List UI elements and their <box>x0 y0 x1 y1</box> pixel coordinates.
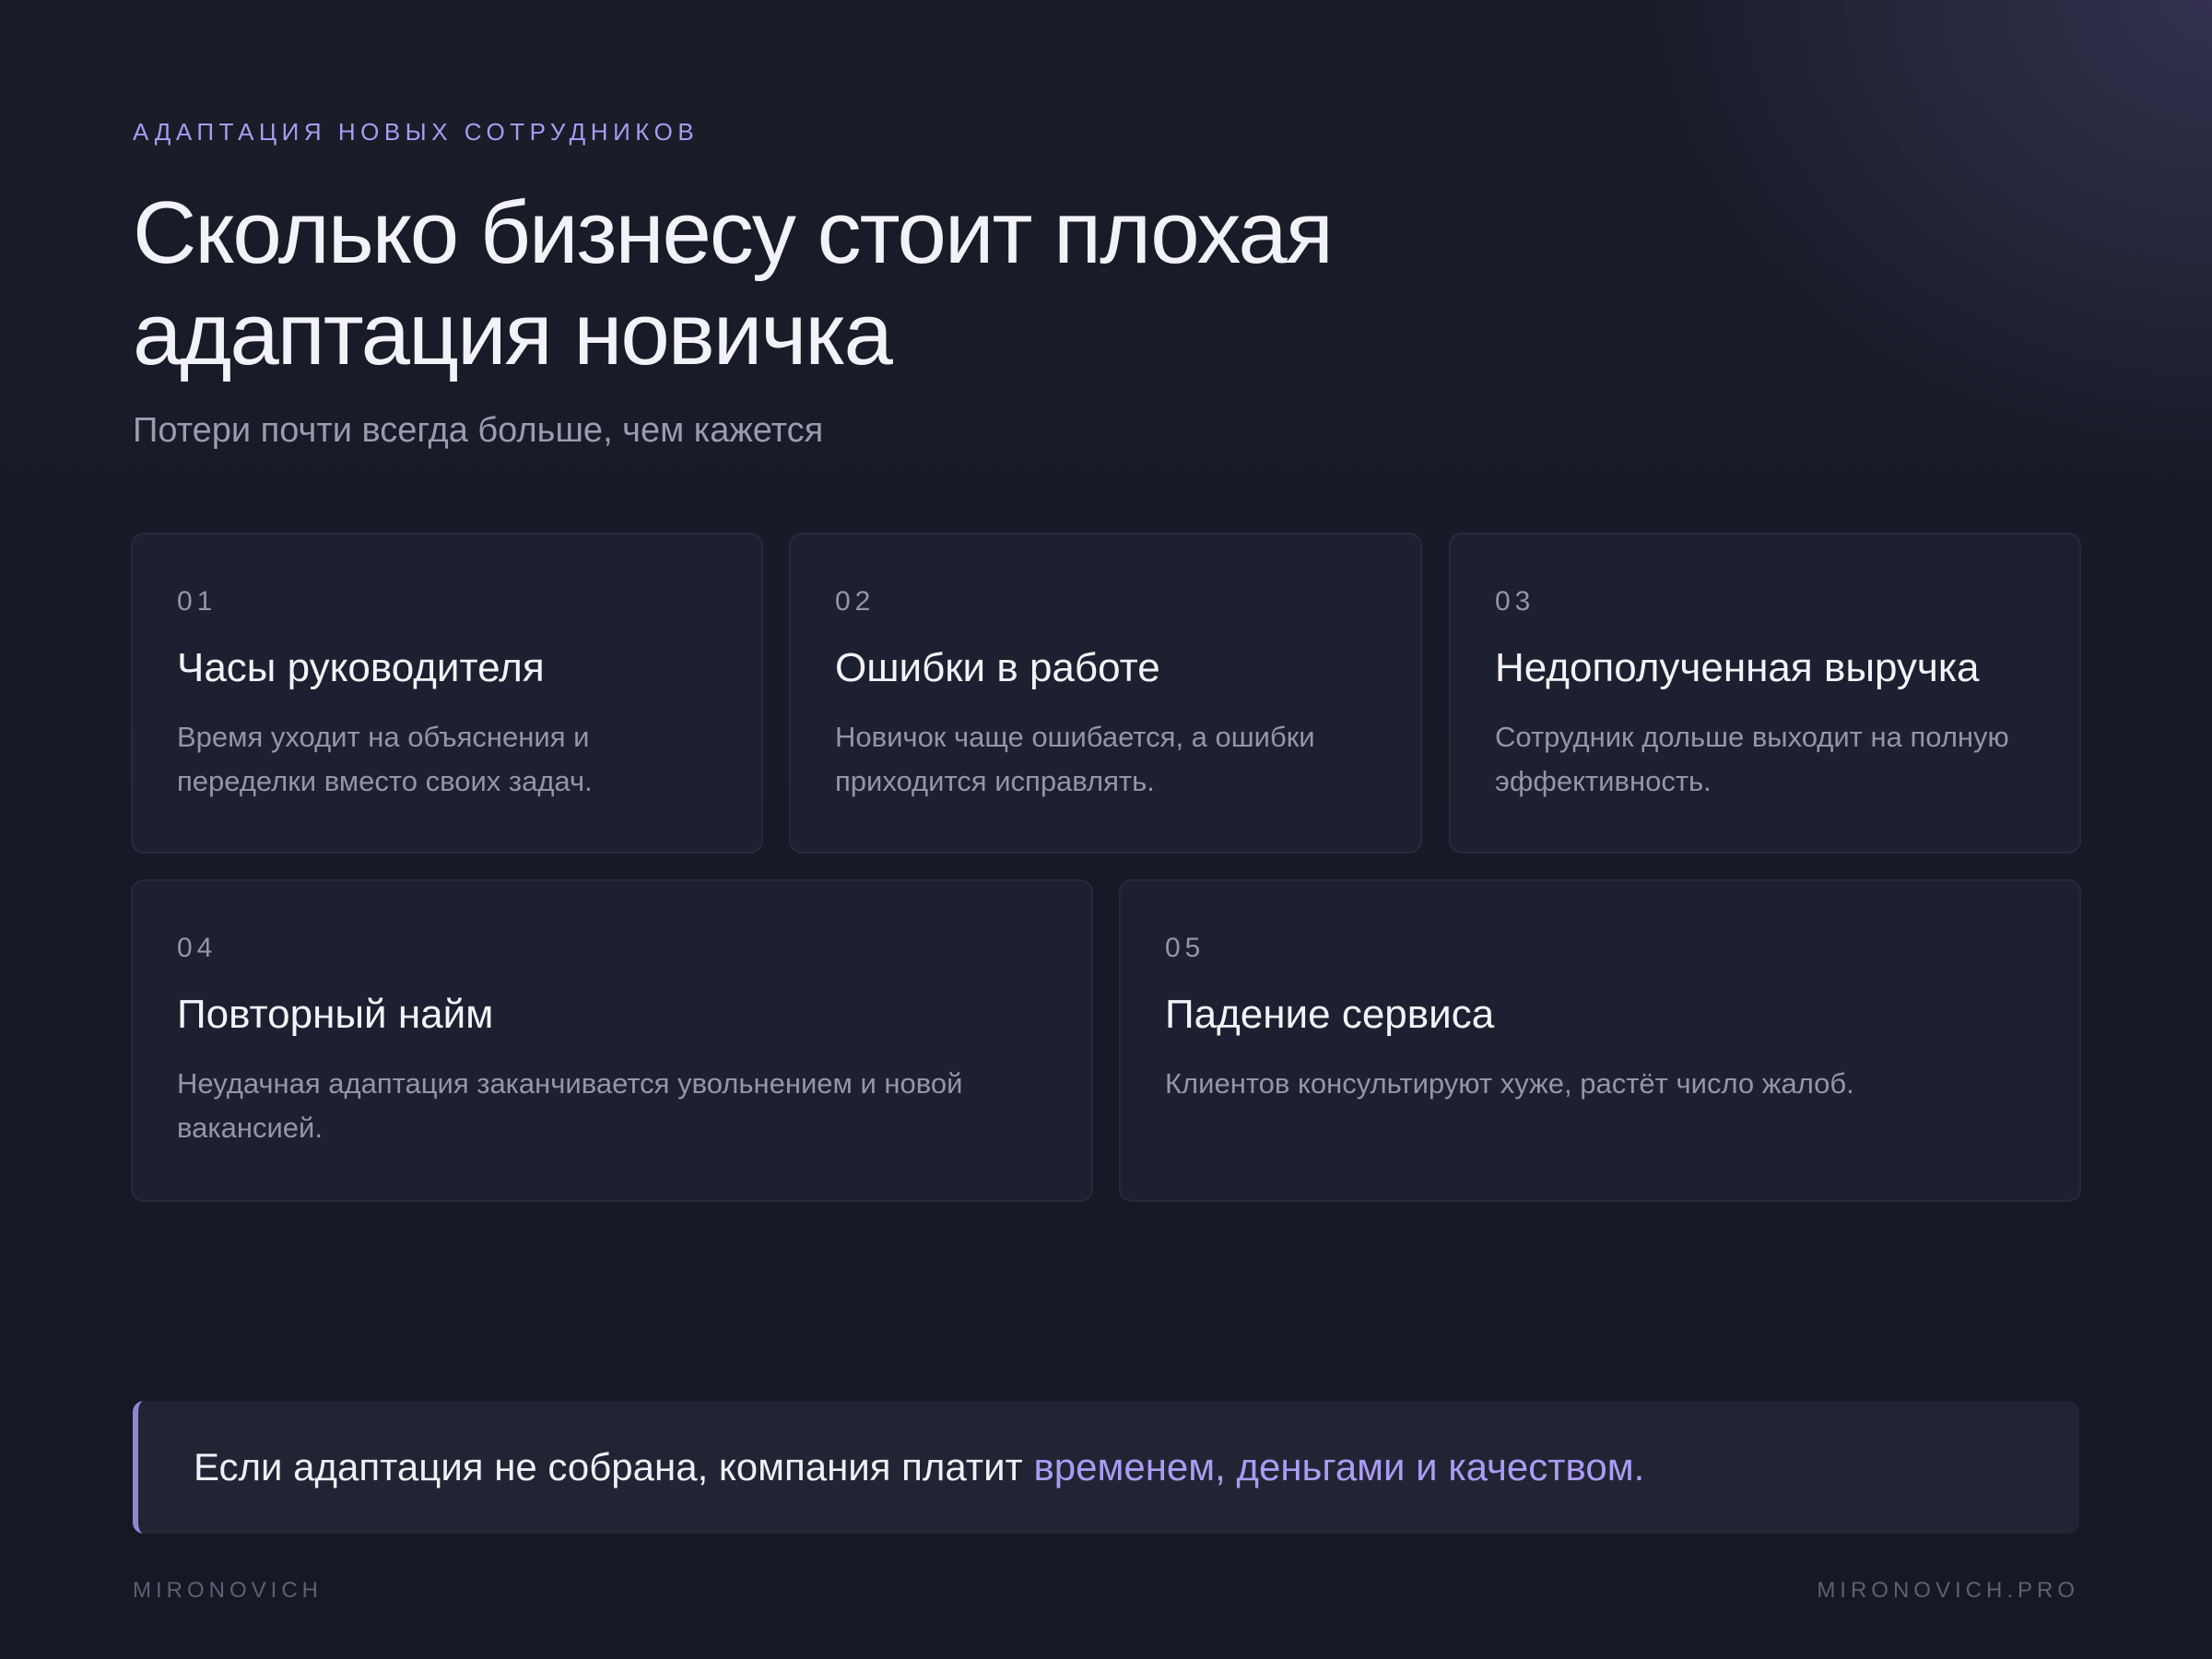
card-title: Ошибки в работе <box>835 645 1160 690</box>
card-title: Часы руководителя <box>177 645 545 690</box>
card-description: Время уходит на объяснения и переделки в… <box>177 721 593 797</box>
page-title: Сколько бизнесу стоит плохая адаптация н… <box>133 183 1334 383</box>
page-subtitle: Потери почти всегда больше, чем кажется <box>133 411 824 450</box>
card-description: Сотрудник дольше выходит на полную эффек… <box>1495 721 2009 797</box>
callout-highlight: временем, деньгами и качеством. <box>1033 1445 1645 1488</box>
card-number: 01 <box>177 586 218 617</box>
card-title: Падение сервиса <box>1165 992 1495 1037</box>
card-number: 03 <box>1495 586 1535 617</box>
footer-brand: MIRONOVICH <box>133 1578 323 1603</box>
eyebrow-label: АДАПТАЦИЯ НОВЫХ СОТРУДНИКОВ <box>133 118 700 146</box>
cost-card-manager-hours: 01 Часы руководителя Время уходит на объ… <box>131 533 763 853</box>
card-number: 02 <box>835 586 876 617</box>
summary-callout: Если адаптация не собрана, компания плат… <box>133 1401 2079 1534</box>
card-title: Недополученная выручка <box>1495 645 1980 690</box>
card-number: 05 <box>1165 933 1206 963</box>
card-description: Клиентов консультируют хуже, растёт числ… <box>1165 1067 1854 1100</box>
footer-website: MIRONOVICH.PRO <box>1817 1578 2079 1603</box>
card-description: Неудачная адаптация заканчивается увольн… <box>177 1067 963 1144</box>
cost-card-service-decline: 05 Падение сервиса Клиентов консультирую… <box>1119 879 2081 1202</box>
slide: АДАПТАЦИЯ НОВЫХ СОТРУДНИКОВ Сколько бизн… <box>0 0 2212 1659</box>
card-number: 04 <box>177 933 218 963</box>
cost-card-rehiring: 04 Повторный найм Неудачная адаптация за… <box>131 879 1093 1202</box>
cost-card-work-errors: 02 Ошибки в работе Новичок чаще ошибаетс… <box>789 533 1422 853</box>
callout-text: Если адаптация не собрана, компания плат… <box>194 1445 1034 1488</box>
card-title: Повторный найм <box>177 992 494 1037</box>
card-description: Новичок чаще ошибается, а ошибки приходи… <box>835 721 1315 797</box>
cost-card-lost-revenue: 03 Недополученная выручка Сотрудник доль… <box>1449 533 2081 853</box>
